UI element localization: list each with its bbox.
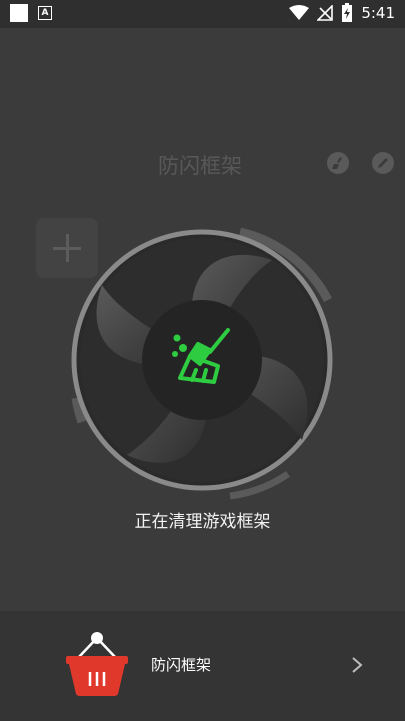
font-a-icon: A <box>38 6 52 20</box>
notification-square-icon <box>10 4 28 22</box>
cleaning-status-text: 正在清理游戏框架 <box>134 512 271 532</box>
broom-icon[interactable] <box>327 152 349 174</box>
wifi-icon <box>289 5 310 20</box>
page-title: 防闪框架 <box>158 154 242 178</box>
no-signal-icon <box>317 5 334 21</box>
cleaning-fan <box>71 227 333 500</box>
chevron-right-icon[interactable] <box>350 655 364 675</box>
bottom-item-label: 防闪框架 <box>151 656 212 674</box>
battery-charging-icon <box>342 3 353 22</box>
shopping-basket-icon <box>66 632 128 696</box>
pencil-icon[interactable] <box>372 152 394 174</box>
status-time: 5:41 <box>361 4 395 22</box>
status-bar: A 5:41 <box>0 0 405 28</box>
